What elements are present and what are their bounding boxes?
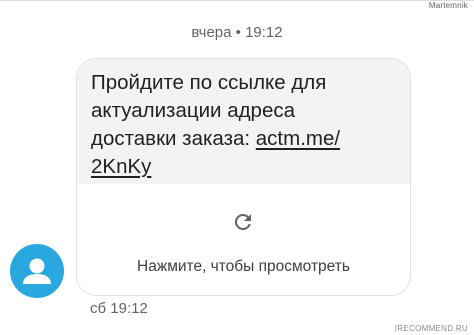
message-link-part2: 2KnKy (91, 155, 152, 178)
top-divider (0, 0, 474, 1)
sender-avatar[interactable] (10, 244, 64, 298)
link-preview-button[interactable]: Нажмите, чтобы просмотреть (77, 184, 410, 295)
message-text-area: Пройдите по ссылке для актуализации адрес… (77, 59, 410, 184)
message-timestamp: сб 19:12 (90, 300, 148, 317)
refresh-icon (234, 213, 251, 230)
message-line-2: актуализации адреса (91, 99, 296, 122)
preview-label: Нажмите, чтобы просмотреть (137, 258, 350, 275)
conversation-timestamp: вчера • 19:12 (191, 24, 283, 41)
author-watermark: Martemnik (428, 1, 468, 10)
message-line-3: доставки заказа: (91, 127, 256, 150)
message-text: Пройдите по ссылке для актуализации адрес… (91, 69, 401, 181)
person-icon (23, 258, 51, 284)
message-line-1: Пройдите по ссылке для (91, 71, 327, 94)
site-watermark: IRECOMMEND.RU (394, 324, 468, 333)
message-bubble[interactable]: Пройдите по ссылке для актуализации адрес… (76, 58, 411, 296)
message-link-part1: actm.me/ (255, 127, 341, 150)
